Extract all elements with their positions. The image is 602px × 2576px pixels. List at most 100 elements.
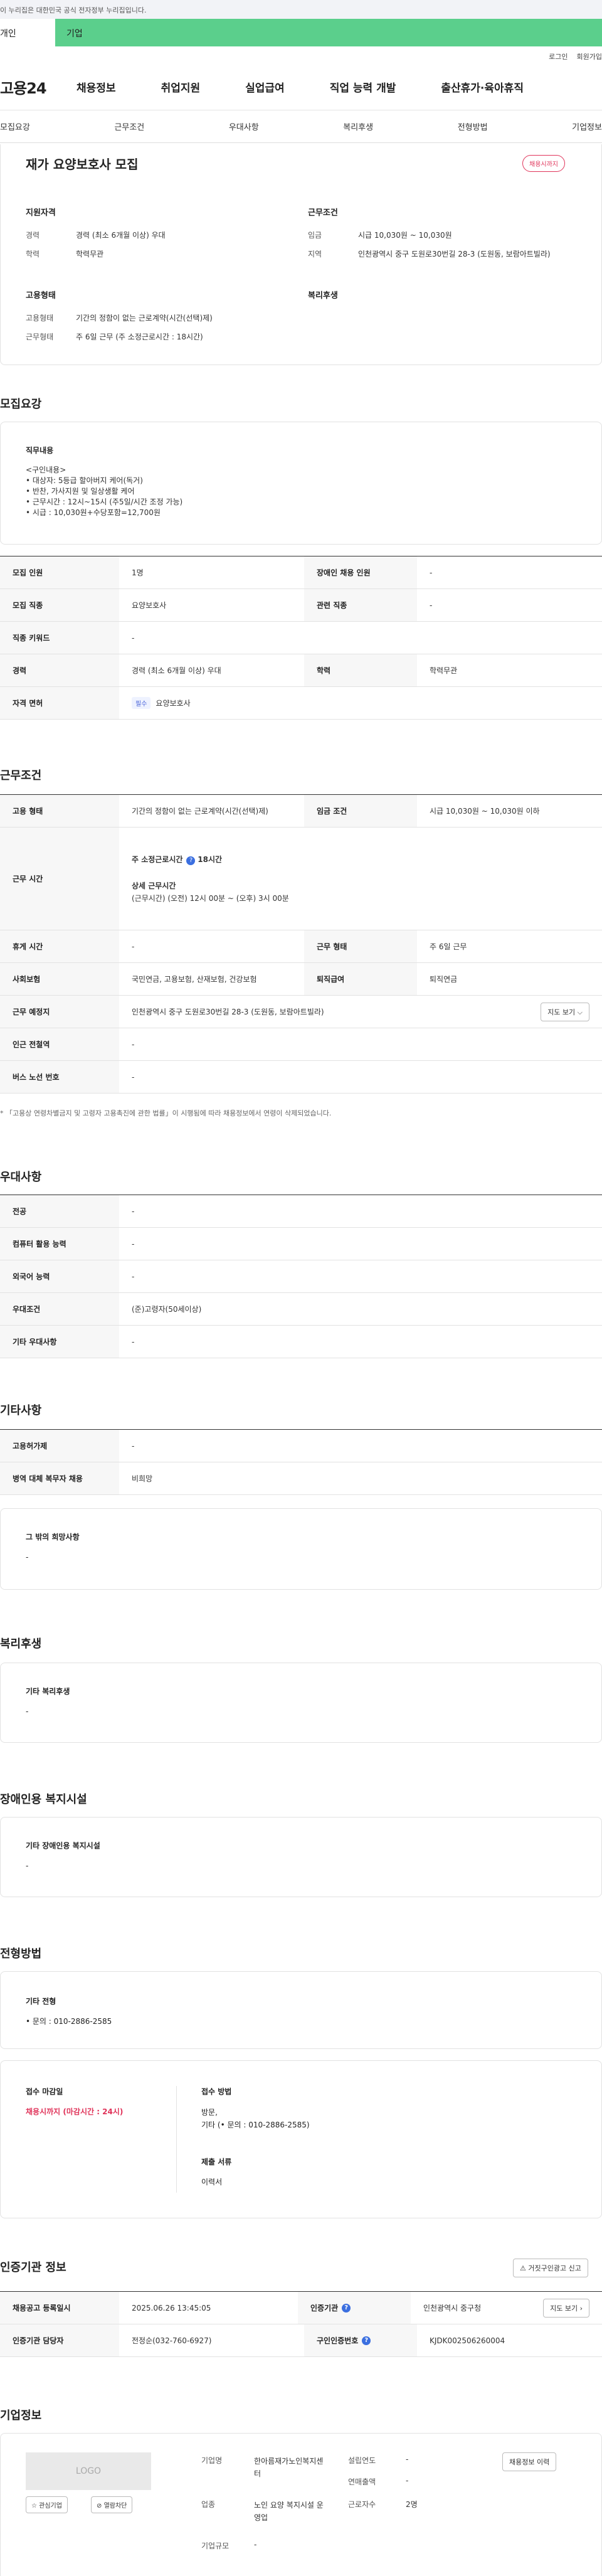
age-note: * 「고용상 연령차별금지 및 고령자 고용촉진에 관한 법률」이 시행됨에 따…: [0, 1109, 332, 1117]
menu-leave[interactable]: 출산휴가·육아휴직: [441, 79, 524, 95]
help-icon[interactable]: ?: [362, 2336, 371, 2345]
job-title: 재가 요양보호사 모집: [26, 157, 139, 172]
help-icon[interactable]: ?: [342, 2303, 351, 2313]
employees-value: 2명: [406, 2500, 418, 2509]
tab-recruit[interactable]: 모집요강: [0, 120, 30, 132]
hours-main-value: 18시간: [198, 854, 223, 864]
alert-icon: ⚠: [520, 2264, 526, 2272]
duty-body: <구인내용> • 대상자: 5등급 할아버지 케어(독거) • 반찬, 가사지원…: [26, 465, 182, 518]
row-value: -: [132, 1239, 135, 1248]
other-value: -: [26, 1553, 29, 1562]
table-row: 사회보험 국민연금, 고용보험, 산재보험, 건강보험 퇴직급여 퇴직연금: [0, 963, 602, 996]
menu-employment-support[interactable]: 취업지원: [161, 79, 201, 95]
industry-label: 업종: [201, 2500, 216, 2509]
docs-title: 제출 서류: [201, 2158, 232, 2166]
status-badge: 채용시까지: [522, 155, 565, 172]
tab-conditions[interactable]: 근무조건: [114, 120, 144, 132]
place-value: 인천광역시 중구 도원로30번길 28-3 (도원동, 보람아트빌라): [132, 1008, 324, 1016]
welfare-value: -: [26, 1707, 29, 1716]
duty-line: • 시급 : 10,030원+수당포함=12,700원: [26, 508, 161, 517]
table-row: 모집 인원 1명 장애인 채용 인원 -: [0, 556, 602, 589]
site-logo[interactable]: 고용24: [0, 76, 77, 98]
tab-welfare[interactable]: 복리후생: [343, 120, 373, 132]
join-link[interactable]: 회원가입: [577, 51, 602, 64]
name-label: 기업명: [201, 2456, 223, 2465]
year-label: 설립연도: [348, 2456, 376, 2465]
job-history-button[interactable]: 채용정보 이력: [502, 2452, 557, 2471]
area-label: 지역: [308, 250, 322, 258]
table-row: 인근 전철역 -: [0, 1028, 602, 1061]
welfare-heading: 복리후생: [308, 291, 338, 301]
emp-value: 기간의 정함이 없는 근로계약(시간(선택)제): [76, 314, 213, 322]
tab-prefs[interactable]: 우대사항: [229, 120, 259, 132]
section-nav: 모집요강 근무조건 우대사항 복리후생 전형방법 기업정보: [0, 110, 602, 143]
help-icon[interactable]: ?: [186, 856, 196, 865]
table-row: 직종 키워드 -: [0, 622, 602, 654]
row-value: 시급 10,030원 ~ 10,030원 이하: [430, 807, 540, 816]
row-value: -: [132, 633, 135, 642]
row-value: -: [430, 600, 433, 610]
tab-personal[interactable]: 개인: [0, 19, 55, 46]
duty-line: • 반찬, 가사지원 및 일상생활 케어: [26, 487, 135, 496]
table-row: 컴퓨터 활용 능력 -: [0, 1228, 602, 1260]
row-label: 채용공고 등록일시: [0, 2292, 119, 2324]
conditions-heading: 근무조건: [0, 769, 42, 782]
row-value: -: [430, 568, 433, 577]
edu-label: 학력: [26, 250, 40, 258]
company-logo: LOGO: [26, 2452, 151, 2490]
row-label: 모집 직종: [0, 589, 119, 621]
docs-value: 이력서: [201, 2178, 223, 2186]
etc-table: 고용허가제 - 병역 대체 복무자 채용 비희망: [0, 1429, 602, 1495]
menu-training[interactable]: 직업 능력 개발: [330, 79, 396, 95]
fav-company-button[interactable]: ☆ 관심기업: [26, 2496, 68, 2513]
block-label: 열람차단: [103, 2503, 127, 2509]
method-line: 기타 (• 문의 : 010-2886-2585): [201, 2121, 310, 2129]
row-label: 고용 형태: [0, 795, 119, 827]
row-label: 학력: [304, 654, 417, 686]
user-type-tabs: 개인 기업: [0, 19, 602, 46]
work-value: 주 6일 근무 (주 소정근로시간 : 18시간): [76, 333, 203, 341]
industry-value: 노인 요양 복지시설 운영업: [254, 2501, 324, 2522]
other-title: 그 밖의 희망사항: [26, 1533, 80, 1541]
deadline-title: 접수 마감일: [26, 2087, 63, 2096]
etc-test-value: • 문의 : 010-2886-2585: [26, 2017, 112, 2026]
career-label: 경력: [26, 231, 40, 240]
welfare-card: 기타 복리후생 -: [0, 1663, 602, 1743]
prefs-table: 전공 - 컴퓨터 활용 능력 - 외국어 능력 - 우대조건 (준)고령자(50세이상)…: [0, 1195, 602, 1358]
table-row: 고용 형태 기간의 정함이 없는 근로계약(시간(선택)제) 임금 조건 시급 …: [0, 795, 602, 828]
table-row: 휴게 시간 - 근무 형태 주 6일 근무: [0, 930, 602, 963]
tab-company[interactable]: 기업: [55, 19, 602, 46]
menu-job-info[interactable]: 채용정보: [77, 79, 116, 95]
disabled-card: 기타 장애인용 복지시설 -: [0, 1817, 602, 1897]
tab-company[interactable]: 기업정보: [572, 120, 602, 132]
prefs-heading: 우대사항: [0, 1171, 42, 1184]
sales-label: 연매출액: [348, 2478, 376, 2486]
report-button[interactable]: ⚠ 거짓구인광고 신고: [513, 2259, 588, 2277]
row-label: 관련 직종: [304, 589, 417, 621]
login-link[interactable]: 로그인: [549, 51, 568, 64]
duty-line: • 대상자: 5등급 할아버지 케어(독거): [26, 476, 143, 485]
menu-unemployment[interactable]: 실업급여: [245, 79, 285, 95]
cert-table: 채용공고 등록일시 2025.06.26 13:45:05 인증기관? 인천광역…: [0, 2291, 602, 2357]
row-value: 기간의 정함이 없는 근로계약(시간(선택)제): [132, 807, 268, 816]
agency-map-button[interactable]: 지도 보기 ›: [543, 2298, 589, 2318]
duty-card: 직무내용 <구인내용> • 대상자: 5등급 할아버지 케어(독거) • 반찬,…: [0, 422, 602, 545]
row-value: 1명: [132, 568, 144, 577]
row-value: 학력무관: [430, 666, 458, 675]
agency-label: 인증기관: [310, 2304, 339, 2313]
table-row: 근무 시간 주 소정근로시간? 18시간 상세 근무시간 (근무시간) (오전)…: [0, 828, 602, 930]
duty-line: <구인내용>: [26, 466, 66, 474]
row-label: 전공: [0, 1195, 119, 1227]
map-button[interactable]: 지도 보기 ⌵: [541, 1002, 589, 1021]
row-label: 근무 예정지: [0, 996, 119, 1028]
row-label: 임금 조건: [304, 795, 417, 827]
table-row: 전공 -: [0, 1195, 602, 1228]
num-label: 구인인증번호: [317, 2336, 359, 2345]
row-value: -: [132, 1040, 135, 1049]
tab-process[interactable]: 전형방법: [458, 120, 488, 132]
row-value: -: [132, 1272, 135, 1281]
row-value: -: [132, 1206, 135, 1216]
block-view-button[interactable]: ⊘ 열람차단: [91, 2496, 133, 2513]
welfare-section-heading: 복리후생: [0, 1637, 42, 1651]
fav-label: 관심기업: [39, 2503, 62, 2509]
